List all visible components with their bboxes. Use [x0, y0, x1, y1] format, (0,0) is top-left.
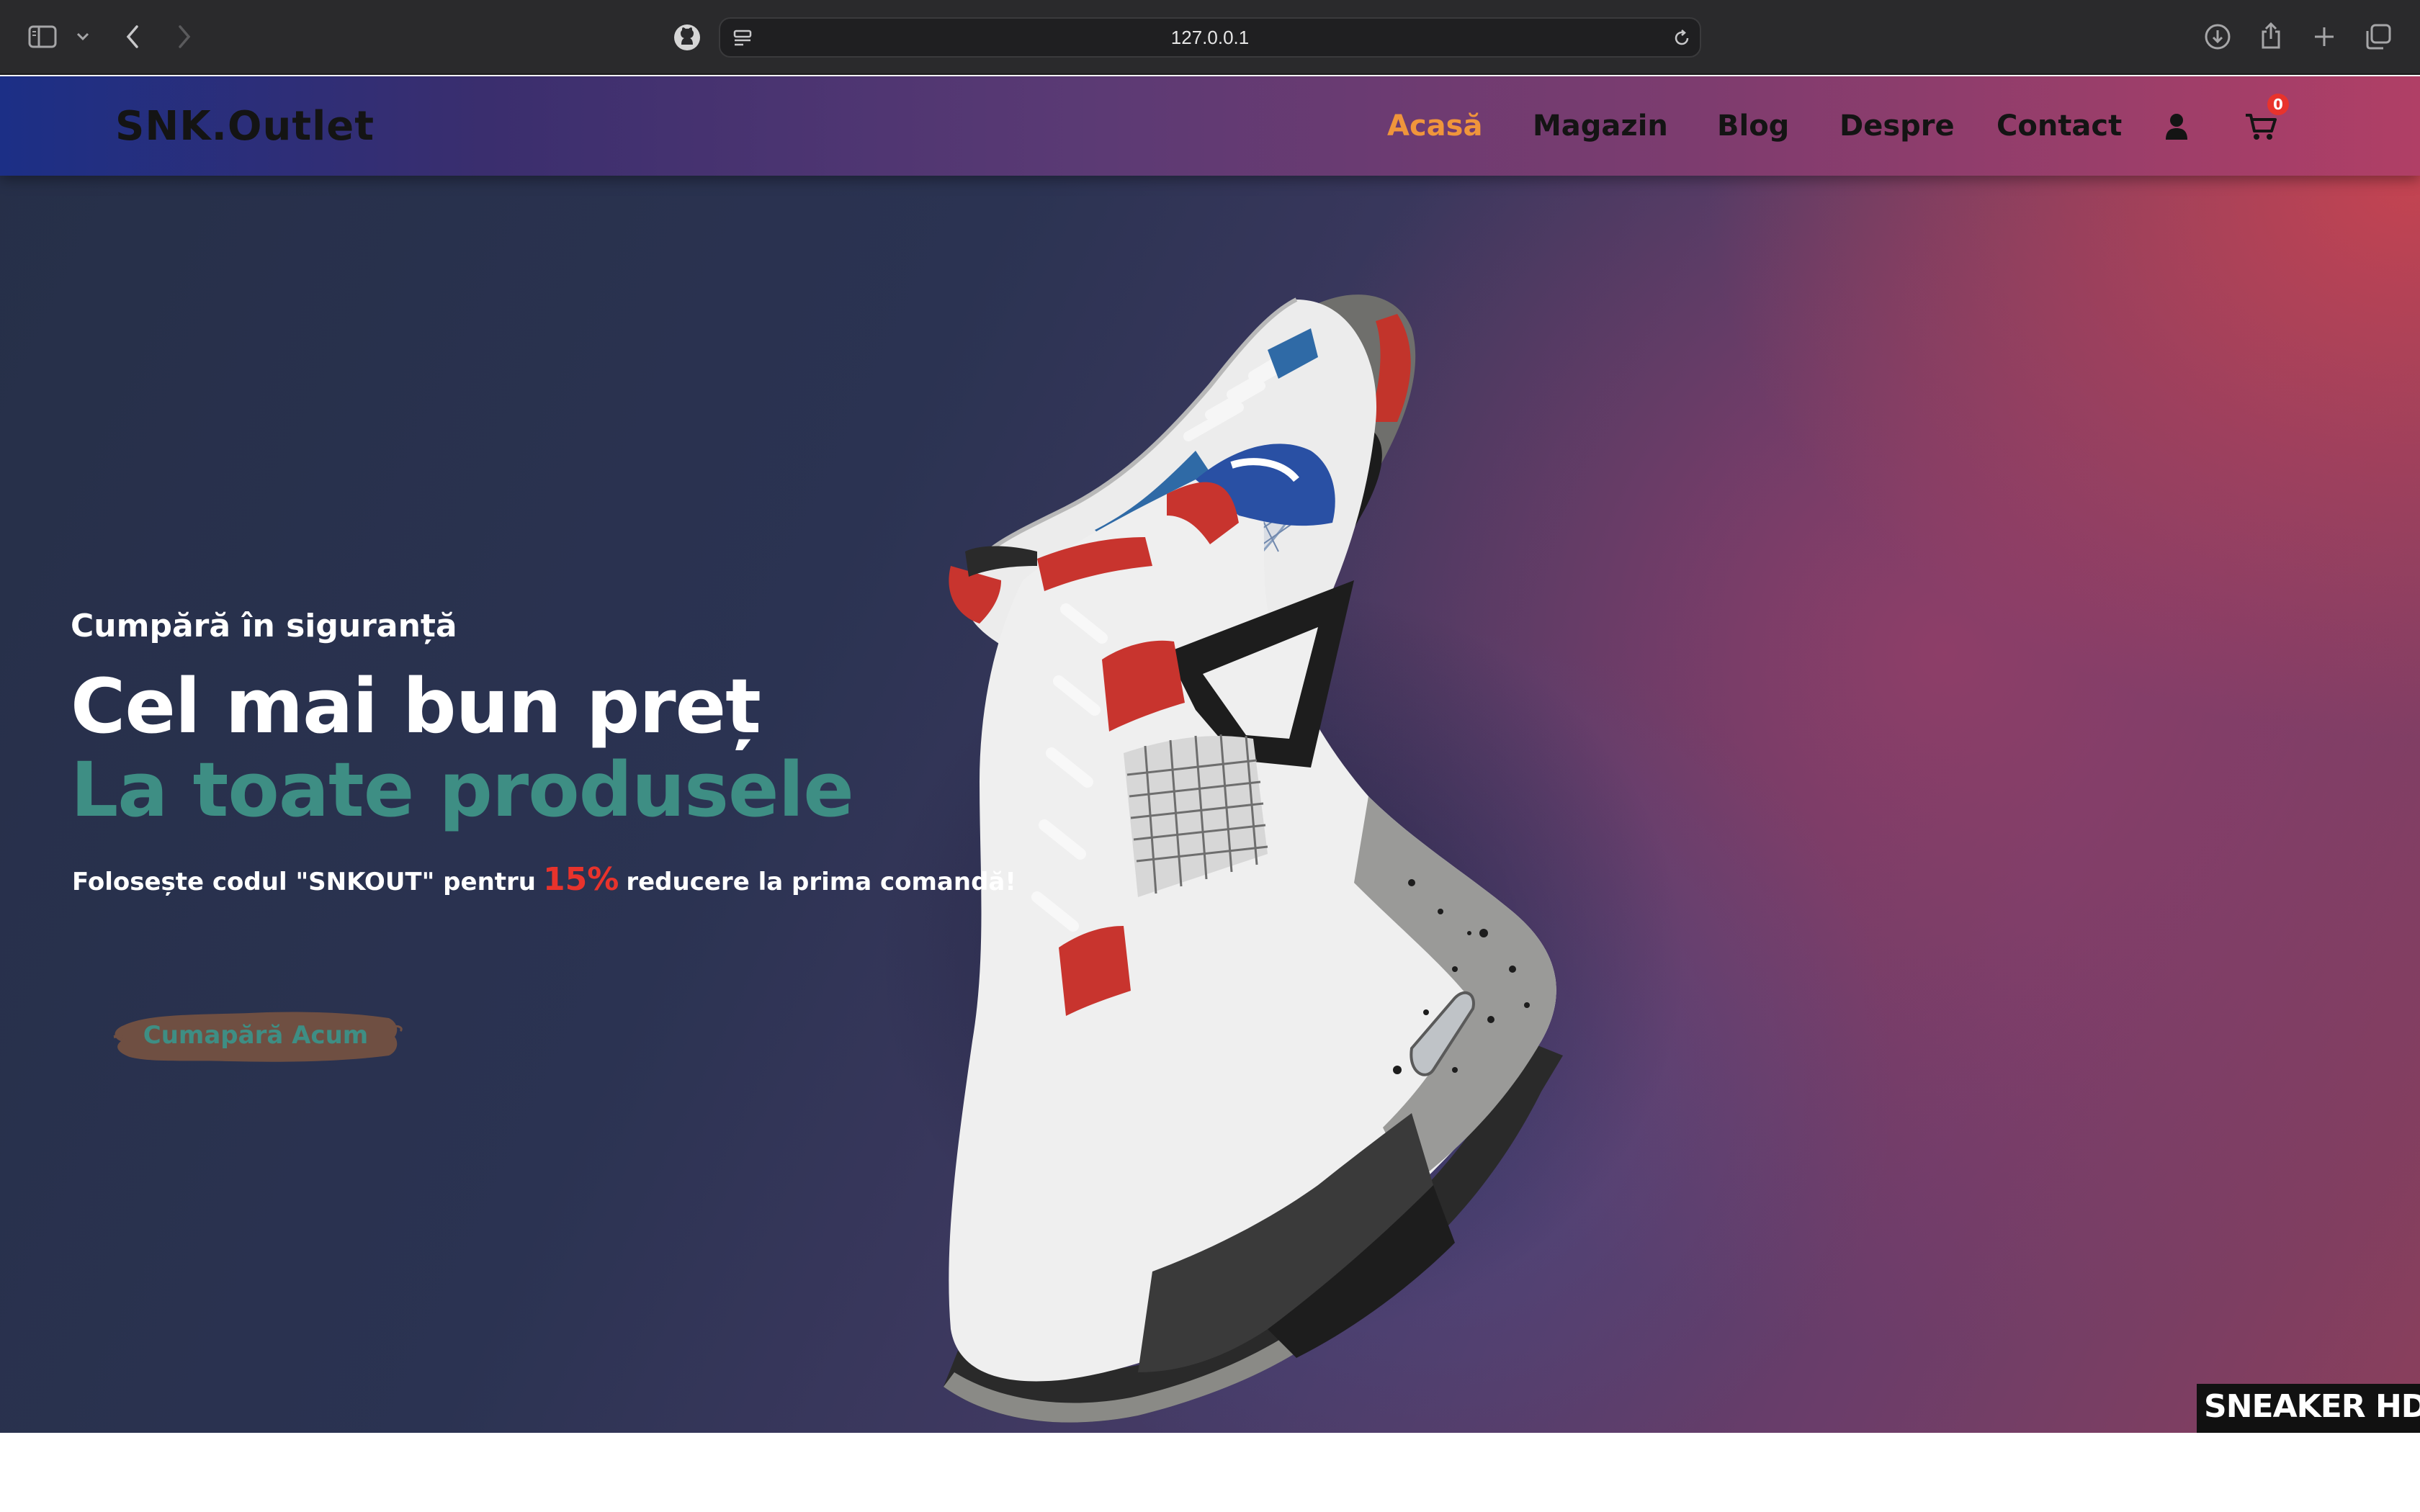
reload-icon[interactable]	[1670, 26, 1694, 50]
hero-kicker: Cumpără în siguranță	[71, 608, 457, 644]
nav-contact[interactable]: Contact	[1996, 98, 2122, 154]
nav-home[interactable]: Acasă	[1387, 98, 1482, 154]
nav-blog[interactable]: Blog	[1717, 98, 1789, 154]
chevron-down-icon[interactable]	[72, 26, 94, 48]
address-bar[interactable]: 127.0.0.1	[719, 17, 1701, 58]
cart-count-badge: 0	[2267, 94, 2289, 115]
new-tab-icon[interactable]	[2309, 22, 2339, 52]
shop-now-button[interactable]: Cumapără Acum	[108, 1005, 403, 1066]
promo-text-before: Folosește codul "SNKOUT" pentru	[72, 868, 537, 896]
sidebar-icon[interactable]	[26, 22, 59, 52]
tabs-overview-icon[interactable]	[2362, 22, 2394, 52]
back-icon[interactable]	[118, 22, 147, 52]
page-bottom-area	[0, 1433, 2420, 1512]
nav-about[interactable]: Despre	[1839, 98, 1955, 154]
url-text[interactable]: 127.0.0.1	[720, 19, 1700, 56]
promo-percent: 15%	[543, 861, 619, 898]
sneakers-image	[879, 294, 1685, 1423]
hero-subtitle: La toate produsele	[71, 746, 854, 834]
site-navbar: SNK.Outlet Acasă Magazin Blog Despre Con…	[0, 76, 2420, 176]
hero-title: Cel mai bun preț	[71, 662, 761, 750]
website: Cumpără în siguranță Cel mai bun preț La…	[0, 76, 2420, 1433]
browser-toolbar: 127.0.0.1	[0, 0, 2420, 75]
forward-icon[interactable]	[170, 22, 199, 52]
brand-logo[interactable]: SNK.Outlet	[115, 98, 375, 154]
nav-shop[interactable]: Magazin	[1533, 98, 1668, 154]
wallpaper-watermark: SNEAKER HD WALLPAPERS.COM	[2197, 1384, 2420, 1433]
github-icon[interactable]	[671, 22, 703, 53]
hero-section: Cumpără în siguranță Cel mai bun preț La…	[0, 76, 2420, 1433]
promo-text: Folosește codul "SNKOUT" pentru 15% redu…	[72, 861, 1016, 898]
share-icon[interactable]	[2254, 19, 2287, 53]
user-icon[interactable]	[2159, 108, 2194, 145]
shop-now-label: Cumapără Acum	[143, 1021, 369, 1050]
promo-text-after: reducere la prima comandă!	[626, 868, 1016, 896]
download-icon[interactable]	[2201, 20, 2234, 53]
